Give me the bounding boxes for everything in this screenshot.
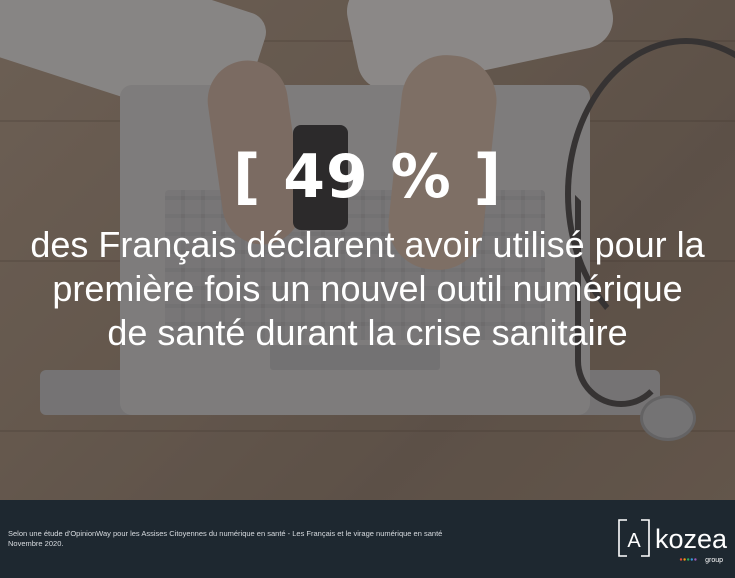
kozea-logo: A kozea group (618, 519, 728, 564)
headline-line-3: de santé durant la crise sanitaire (107, 312, 628, 353)
logo-mark-letter: A (627, 530, 641, 552)
logo-color-dot (690, 558, 693, 561)
infographic-canvas: [ 49 % ] des Français déclarent avoir ut… (0, 0, 735, 578)
logo-color-dots (679, 558, 697, 561)
logo-color-dot (687, 558, 690, 561)
headline-stat: [ 49 % ] (232, 142, 503, 212)
source-line-1: Selon une étude d'OpinionWay pour les As… (8, 529, 443, 538)
logo-left-bracket (618, 519, 627, 557)
logo-color-dot (683, 558, 686, 561)
logo-color-dot (679, 558, 683, 561)
logo-wordmark: kozea (655, 524, 728, 554)
headline-line-2: première fois un nouvel outil numérique (52, 268, 683, 309)
headline-text: des Français déclarent avoir utilisé pou… (0, 223, 735, 355)
logo-color-dot (694, 558, 697, 561)
source-note: Selon une étude d'OpinionWay pour les As… (8, 529, 568, 549)
headline-line-1: des Français déclarent avoir utilisé pou… (30, 224, 705, 265)
logo-right-bracket (641, 519, 650, 557)
source-line-2: Novembre 2020. (8, 539, 64, 548)
logo-tagline: group (705, 557, 723, 564)
